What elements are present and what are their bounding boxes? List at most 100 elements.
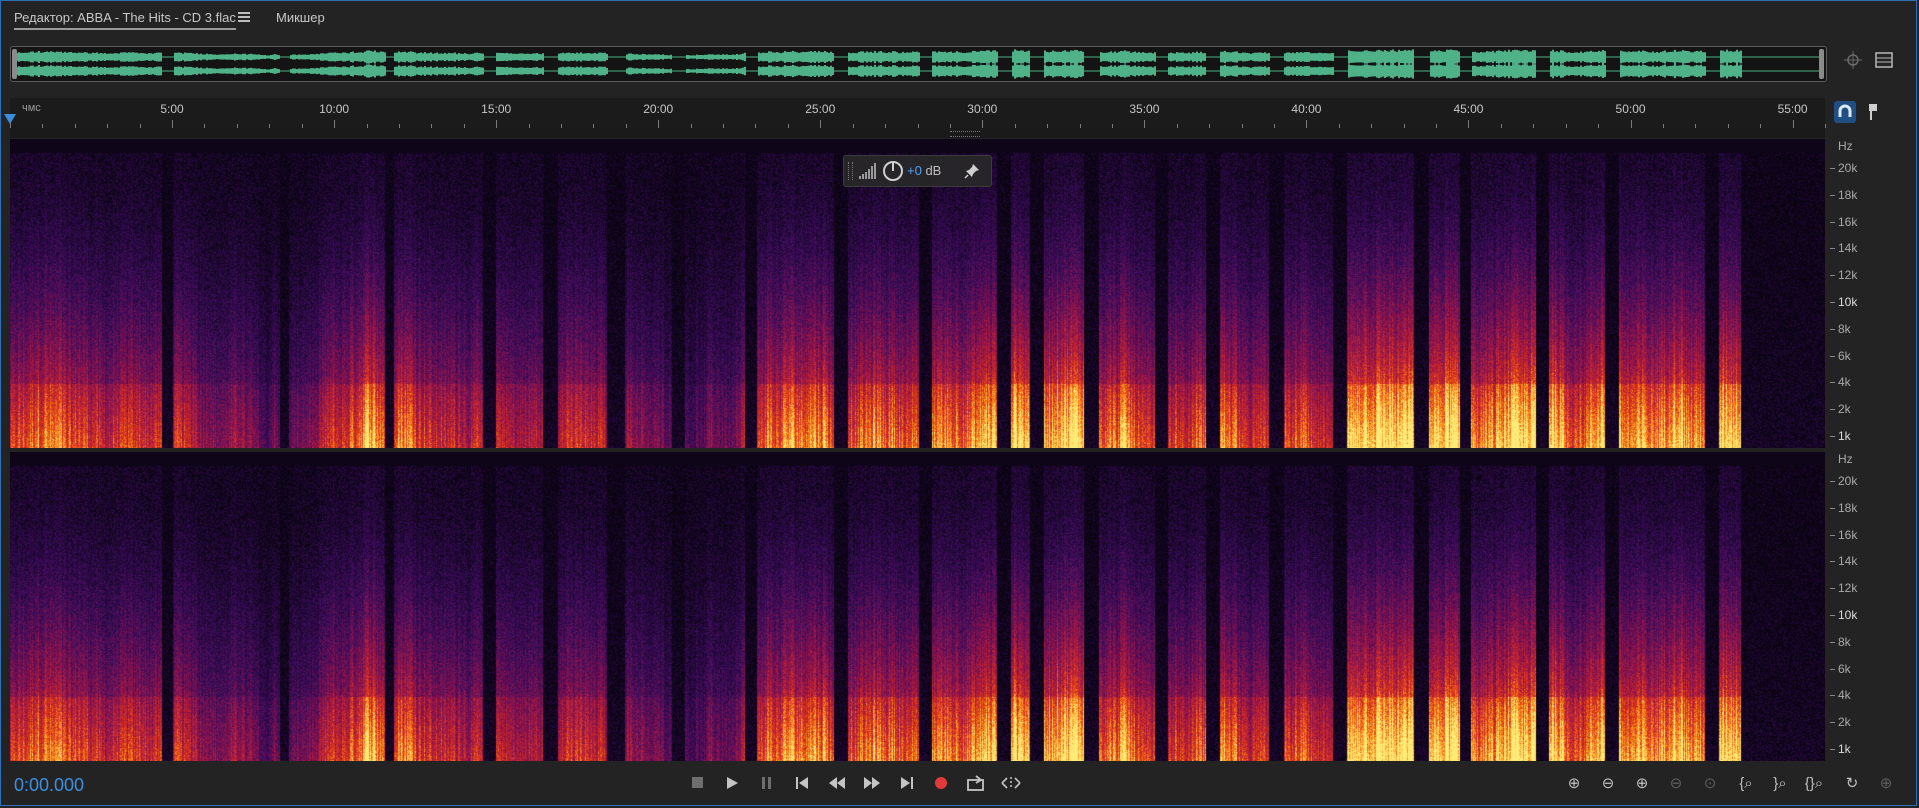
overview-left-handle[interactable] xyxy=(12,49,17,79)
zoom-in-amplitude-button[interactable]: ⊕ xyxy=(1560,771,1588,795)
hamburger-icon[interactable] xyxy=(238,12,250,23)
stop-icon xyxy=(692,777,703,788)
zoom-out-amplitude-button[interactable]: ⊖ xyxy=(1594,771,1622,795)
frequency-tick xyxy=(1830,275,1835,277)
level-meter-icon xyxy=(858,162,880,185)
marker-flag-icon[interactable] xyxy=(1862,101,1884,123)
frequency-axis-right: Hz 20k 18k 16k 14k 12k 10k 8k 6k 4k 2k 1k xyxy=(1830,452,1910,761)
ruler-time-label: 30:00 xyxy=(967,102,998,116)
current-timecode[interactable]: 0:00.000 xyxy=(14,775,84,796)
frequency-unit-label: Hz xyxy=(1838,452,1853,466)
frequency-tick xyxy=(1830,194,1835,196)
fast-forward-icon xyxy=(864,777,880,789)
spectrogram-channel-right[interactable] xyxy=(10,452,1825,761)
pause-icon xyxy=(762,777,771,789)
panel-tab-bar: Редактор: ABBA - The Hits - CD 3.flac Ми… xyxy=(0,0,1919,34)
frequency-tick xyxy=(1830,382,1835,384)
frequency-unit-label: Hz xyxy=(1838,139,1853,153)
skip-to-end-button[interactable] xyxy=(893,771,921,795)
overview-waveform-graphic xyxy=(14,49,1820,79)
frequency-label: 18k xyxy=(1838,500,1858,515)
zoom-out-point-button[interactable]: }⌕ xyxy=(1766,771,1794,795)
ruler-time-label: 40:00 xyxy=(1291,102,1322,116)
fast-forward-button[interactable] xyxy=(858,771,886,795)
overview-right-handle[interactable] xyxy=(1819,49,1824,79)
scrollbar-grip[interactable] xyxy=(950,131,980,137)
frequency-tick xyxy=(1830,221,1835,223)
stop-button[interactable] xyxy=(684,771,712,795)
zoom-out-time-button[interactable]: ⊖ xyxy=(1662,771,1690,795)
loop-icon xyxy=(967,775,984,791)
frequency-label: 18k xyxy=(1838,187,1858,202)
frequency-tick xyxy=(1830,722,1835,724)
zoom-in-point-button[interactable]: {⌕ xyxy=(1732,771,1760,795)
zoom-in-time-button[interactable]: ⊕ xyxy=(1628,771,1656,795)
skip-to-start-button[interactable] xyxy=(788,771,816,795)
panel-menu-icon[interactable] xyxy=(1875,52,1893,73)
ruler-time-label: 10:00 xyxy=(319,102,350,116)
pin-icon[interactable] xyxy=(964,163,980,184)
zoom-out-time-icon: ⊖ xyxy=(1669,775,1683,792)
time-ruler[interactable]: чмс 5:00 10:00 15:00 20:00 25:00 30:00 35:00 40… xyxy=(10,98,1826,129)
record-icon xyxy=(935,777,947,789)
ruler-time-label: 20:00 xyxy=(643,102,674,116)
horizontal-scrollbar[interactable] xyxy=(10,128,1825,138)
frequency-label: 20k xyxy=(1838,474,1858,488)
frequency-tick xyxy=(1830,588,1835,590)
ruler-tick xyxy=(1306,120,1308,128)
frequency-tick xyxy=(1830,436,1835,437)
tab-editor[interactable]: Редактор: ABBA - The Hits - CD 3.flac xyxy=(14,10,236,30)
frequency-tick xyxy=(1830,248,1835,250)
zoom-to-fit-button[interactable]: ⊕ xyxy=(1872,771,1900,795)
frequency-tick xyxy=(1830,641,1835,643)
ruler-time-label: 35:00 xyxy=(1129,102,1160,116)
frequency-label: 12k xyxy=(1838,581,1858,596)
frequency-label: 10k xyxy=(1838,608,1858,622)
frequency-tick xyxy=(1830,749,1835,750)
frequency-label: 12k xyxy=(1838,268,1858,283)
frequency-label: 14k xyxy=(1838,554,1858,569)
zoom-in-point-icon: {⌕ xyxy=(1739,774,1753,792)
volume-hud[interactable]: +0 dB xyxy=(843,155,992,187)
magnet-icon[interactable] xyxy=(1834,101,1856,123)
loop-playback-button[interactable] xyxy=(962,771,990,795)
zoom-out-full-button[interactable]: ⊙ xyxy=(1696,771,1724,795)
zoom-crosshair-icon[interactable] xyxy=(1843,50,1863,75)
zoom-in-amplitude-icon: ⊕ xyxy=(1567,775,1581,792)
skip-selection-button[interactable] xyxy=(997,771,1025,795)
frequency-label: 10k xyxy=(1838,295,1858,309)
zoom-selection-button[interactable]: {}⌕ xyxy=(1800,771,1828,795)
frequency-label: 4k xyxy=(1838,688,1851,703)
zoom-out-point-icon: }⌕ xyxy=(1773,774,1787,792)
ruler-tick xyxy=(172,120,174,128)
ruler-unit-label: чмс xyxy=(22,102,41,114)
ruler-tick xyxy=(1792,120,1794,128)
zoom-out-amplitude-icon: ⊖ xyxy=(1601,775,1615,792)
frequency-label: 1k xyxy=(1838,742,1851,756)
zoom-reset-button[interactable]: ↻ xyxy=(1838,771,1866,795)
play-button[interactable] xyxy=(718,771,746,795)
ruler-time-label: 45:00 xyxy=(1453,102,1484,116)
skip-back-icon xyxy=(796,777,808,789)
frequency-label: 8k xyxy=(1838,634,1851,649)
frequency-label: 8k xyxy=(1838,321,1851,336)
frequency-axis-left: Hz 20k 18k 16k 14k 12k 10k 8k 6k 4k 2k 1k xyxy=(1830,139,1910,448)
volume-knob-icon[interactable] xyxy=(881,159,905,188)
gain-value[interactable]: +0 dB xyxy=(907,163,941,178)
overview-waveform[interactable] xyxy=(10,46,1827,82)
frequency-tick xyxy=(1830,355,1835,357)
frequency-label: 14k xyxy=(1838,241,1858,256)
rewind-button[interactable] xyxy=(823,771,851,795)
playhead-marker[interactable] xyxy=(4,114,16,124)
tab-mixer[interactable]: Микшер xyxy=(276,10,325,25)
record-button[interactable] xyxy=(927,771,955,795)
frequency-tick xyxy=(1830,615,1835,616)
frequency-tick xyxy=(1830,695,1835,697)
ruler-tick xyxy=(1825,124,1826,128)
hud-grip[interactable] xyxy=(848,162,853,180)
skip-selection-icon xyxy=(1001,777,1021,789)
pause-button[interactable] xyxy=(753,771,781,795)
frequency-label: 20k xyxy=(1838,161,1858,175)
frequency-tick xyxy=(1830,168,1835,169)
frequency-tick xyxy=(1830,409,1835,411)
